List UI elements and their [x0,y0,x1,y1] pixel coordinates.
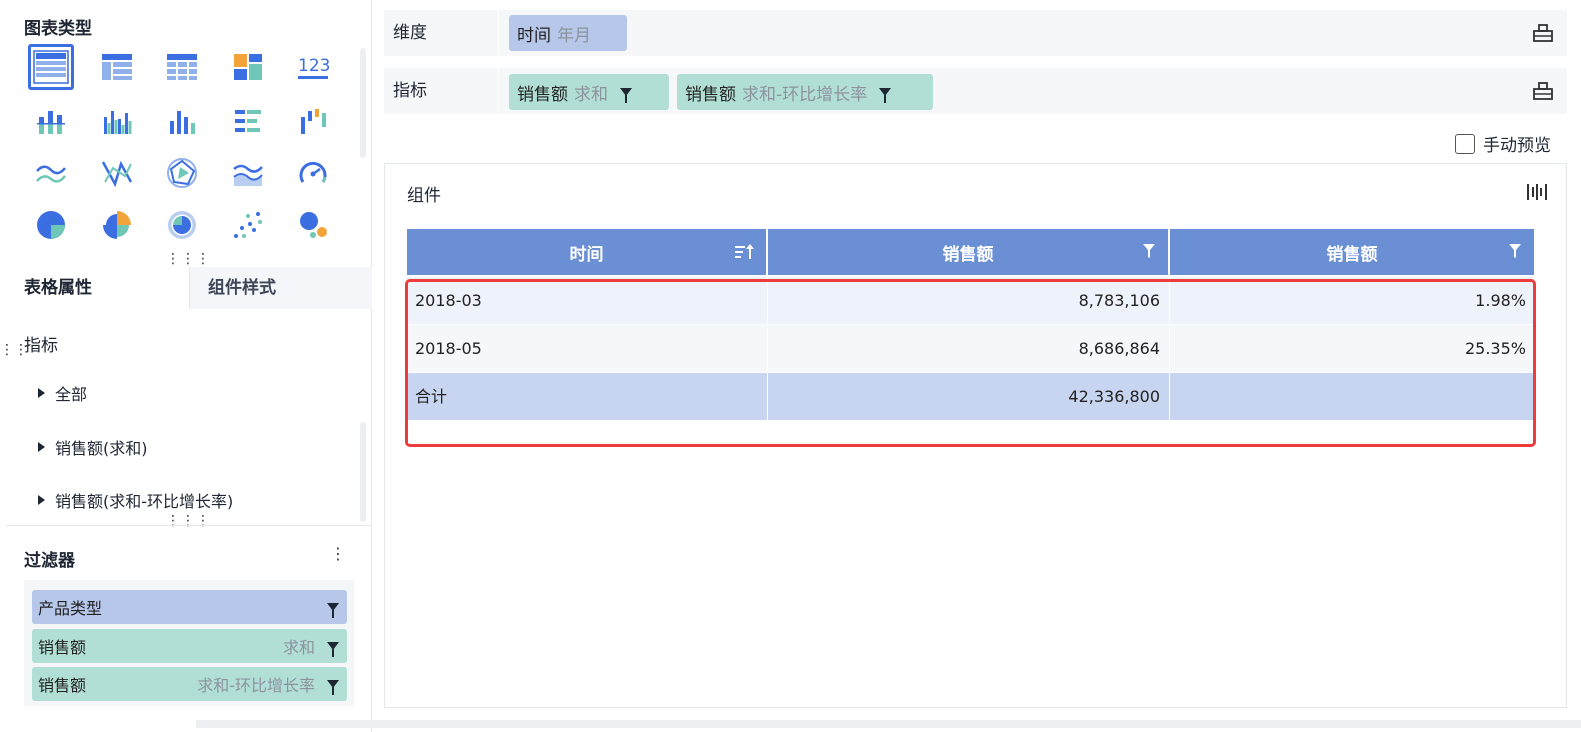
filter-name: 销售额 [38,638,87,657]
filter-name: 产品类型 [38,599,103,618]
svg-text:123: 123 [298,56,330,76]
chip-aggregation: 求和-环比增长率 [742,84,868,105]
gauge-icon[interactable] [290,150,336,196]
pie-chart-icon[interactable] [28,202,74,248]
filter-item-sales-sum[interactable]: 销售额 求和 [32,629,347,663]
tab-widget-style[interactable]: 组件样式 [190,267,372,309]
tree-item-sales-growth[interactable]: 销售额(求和-环比增长率) [38,488,233,512]
expand-triangle-icon[interactable] [38,495,45,505]
horizontal-scrollbar[interactable] [196,720,1581,728]
metrics-section-label: 指标 [24,336,58,356]
divider [6,525,372,526]
column-width-icon[interactable] [1526,182,1548,202]
widget-title: 组件 [407,186,441,206]
stacked-bar-icon[interactable] [28,98,74,144]
dimension-dropzone[interactable]: 时间 年月 [498,10,1498,56]
metric-row: 指标 销售额 求和 销售额 求和-环比增长率 [384,68,1567,114]
property-tabs: 表格属性 组件样式 [6,267,372,309]
metric-settings-icon[interactable] [1533,82,1553,100]
filter-item-product-type[interactable]: 产品类型 [32,590,347,624]
dimension-chip-time[interactable]: 时间 年月 [509,15,627,51]
left-panel: 图表类型 123 ⋮⋮⋮ 表格属性 组件样式 指标 ⋮⋮ 全部 销售额(求和) … [0,0,372,732]
header-filter-icon[interactable] [1508,243,1522,259]
filter-more-icon[interactable]: ⋮ [330,544,346,563]
chart-types-title: 图表类型 [24,19,92,39]
tree-item-all[interactable]: 全部 [38,381,87,405]
properties-scrollbar[interactable] [360,422,366,522]
column-chart-icon[interactable] [159,98,205,144]
table-group-icon[interactable] [94,44,140,90]
horizontal-bar-icon[interactable] [225,98,271,144]
chip-funnel-icon[interactable] [620,88,632,103]
sort-icon[interactable] [734,243,754,261]
dimension-settings-icon[interactable] [1533,24,1553,42]
metric-chip-sales-growth[interactable]: 销售额 求和-环比增长率 [677,74,933,110]
column-header-label: 时间 [569,244,604,265]
chip-aggregation: 年月 [557,25,591,46]
column-header-growth[interactable]: 销售额 [1170,229,1534,275]
table-detail-icon[interactable] [28,44,74,90]
radar-chart-icon[interactable] [159,150,205,196]
column-header-sales[interactable]: 销售额 [768,229,1168,275]
checkbox-box[interactable] [1455,133,1475,154]
grouped-bar-icon[interactable] [94,98,140,144]
expand-triangle-icon[interactable] [38,442,45,452]
filter-item-sales-growth[interactable]: 销售额 求和-环比增长率 [32,667,347,701]
tab-table-properties[interactable]: 表格属性 [6,267,190,309]
chip-aggregation: 求和 [574,84,608,105]
header-filter-icon[interactable] [1142,243,1156,259]
filter-title: 过滤器 [24,551,75,571]
tree-item-label: 销售额(求和) [55,439,148,458]
filter-funnel-icon[interactable] [327,642,339,657]
chip-name: 时间 [517,25,551,46]
column-header-label: 销售额 [1326,244,1378,265]
column-header-label: 销售额 [942,244,994,265]
manual-preview-label: 手动预览 [1483,136,1551,156]
metric-chip-sales-sum[interactable]: 销售额 求和 [509,74,669,110]
chart-types-scrollbar[interactable] [360,48,366,158]
area-chart-icon[interactable] [225,150,271,196]
manual-preview-checkbox[interactable]: 手动预览 [1455,131,1551,156]
filter-aggregation: 求和 [282,638,315,657]
table-card-icon[interactable] [225,44,271,90]
kpi-number-icon[interactable]: 123 [290,44,336,90]
filter-name: 销售额 [38,676,87,695]
dimension-label: 维度 [393,23,427,43]
dimension-row: 维度 时间 年月 [384,10,1567,56]
filter-funnel-icon[interactable] [327,603,339,618]
bubble-chart-icon[interactable] [290,202,336,248]
expand-triangle-icon[interactable] [38,388,45,398]
highlight-box [405,279,1536,447]
tree-item-sales-sum[interactable]: 销售额(求和) [38,435,148,459]
line-chart-icon[interactable] [28,150,74,196]
rose-chart-icon[interactable] [94,202,140,248]
filter-aggregation: 求和-环比增长率 [197,676,315,695]
column-header-time[interactable]: 时间 [407,229,766,275]
filter-funnel-icon[interactable] [327,680,339,695]
chip-name: 销售额 [685,84,736,105]
table-cross-icon[interactable] [159,44,205,90]
tree-item-label: 销售额(求和-环比增长率) [55,492,234,511]
waterfall-icon[interactable] [290,98,336,144]
scatter-chart-icon[interactable] [225,202,271,248]
chip-funnel-icon[interactable] [879,88,892,103]
metric-label: 指标 [393,81,427,101]
donut-chart-icon[interactable] [159,202,205,248]
tree-item-label: 全部 [55,385,88,404]
filter-list: 产品类型 销售额 求和 销售额 求和-环比增长率 [24,580,354,706]
metric-dropzone[interactable]: 销售额 求和 销售额 求和-环比增长率 [498,68,1498,114]
chip-name: 销售额 [517,84,568,105]
side-drag-icon[interactable]: ⋮⋮ [0,343,28,357]
radar-lines-icon[interactable] [94,150,140,196]
